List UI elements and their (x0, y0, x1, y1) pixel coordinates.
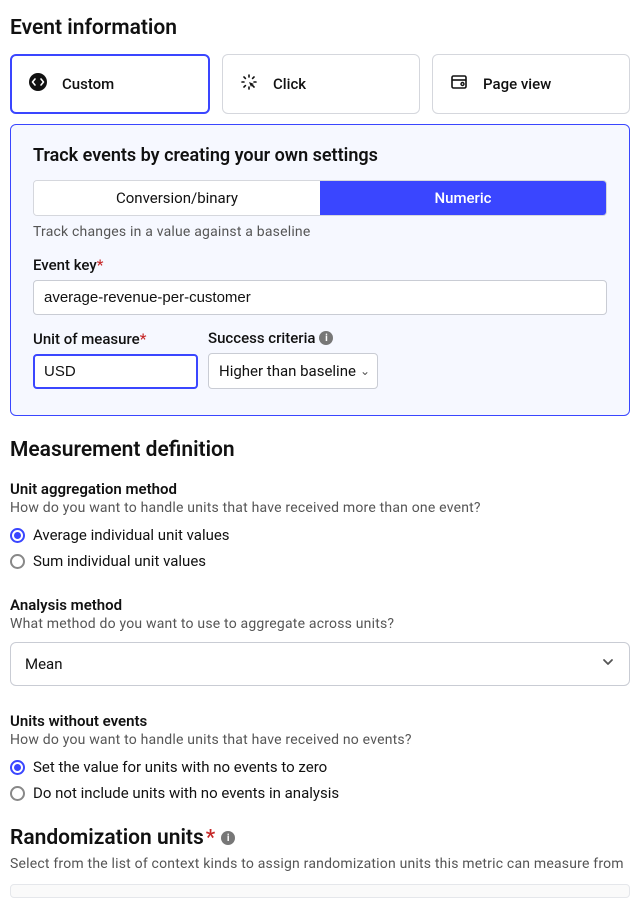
custom-panel-heading: Track events by creating your own settin… (33, 145, 607, 166)
info-icon[interactable]: i (221, 831, 235, 845)
success-criteria-select[interactable]: Higher than baseline (208, 353, 378, 389)
numeric-hint: Track changes in a value against a basel… (33, 224, 607, 240)
radio-sum-unit-values[interactable]: Sum individual unit values (10, 552, 630, 570)
event-key-input[interactable] (33, 280, 607, 315)
radio-label: Do not include units with no events in a… (33, 784, 339, 802)
section-title-randomization: Randomization units* i (10, 826, 630, 850)
event-type-row: Custom Click Page view (10, 54, 630, 114)
analysis-method-select[interactable]: Mean (10, 642, 630, 686)
seg-conversion[interactable]: Conversion/binary (34, 181, 320, 215)
radio-icon (10, 760, 25, 775)
code-icon (28, 72, 48, 96)
event-type-page-view[interactable]: Page view (432, 54, 630, 114)
custom-settings-panel: Track events by creating your own settin… (10, 124, 630, 416)
radio-icon (10, 786, 25, 801)
unit-aggregation-label: Unit aggregation method (10, 480, 630, 498)
event-type-custom-label: Custom (62, 75, 114, 93)
section-title-measurement: Measurement definition (10, 438, 630, 462)
page-view-icon (449, 72, 469, 96)
event-key-label: Event key* (33, 256, 607, 274)
radio-label: Average individual unit values (33, 526, 230, 544)
event-type-page-view-label: Page view (483, 75, 551, 93)
unit-of-measure-input[interactable] (33, 354, 198, 389)
chevron-down-icon (601, 655, 615, 673)
info-icon[interactable]: i (319, 331, 333, 345)
event-type-custom[interactable]: Custom (10, 54, 210, 114)
radio-label: Set the value for units with no events t… (33, 758, 327, 776)
radio-label: Sum individual unit values (33, 552, 206, 570)
randomization-select[interactable] (10, 884, 630, 898)
seg-numeric[interactable]: Numeric (320, 181, 606, 215)
analysis-method-hint: What method do you want to use to aggreg… (10, 616, 630, 632)
units-without-events-label: Units without events (10, 712, 630, 730)
radio-exclude-units[interactable]: Do not include units with no events in a… (10, 784, 630, 802)
click-icon (239, 72, 259, 96)
event-type-click[interactable]: Click (222, 54, 420, 114)
radio-avg-unit-values[interactable]: Average individual unit values (10, 526, 630, 544)
unit-of-measure-label: Unit of measure* (33, 330, 198, 348)
section-title-event-info: Event information (10, 16, 630, 40)
metric-type-segmented: Conversion/binary Numeric (33, 180, 607, 216)
radio-zero-units[interactable]: Set the value for units with no events t… (10, 758, 630, 776)
success-criteria-label: Success criteria i (208, 329, 378, 347)
randomization-hint: Select from the list of context kinds to… (10, 856, 630, 872)
radio-icon (10, 554, 25, 569)
units-without-events-hint: How do you want to handle units that hav… (10, 732, 630, 748)
unit-aggregation-hint: How do you want to handle units that hav… (10, 500, 630, 516)
analysis-method-label: Analysis method (10, 596, 630, 614)
event-type-click-label: Click (273, 75, 306, 93)
radio-icon (10, 528, 25, 543)
analysis-method-value: Mean (25, 655, 63, 673)
